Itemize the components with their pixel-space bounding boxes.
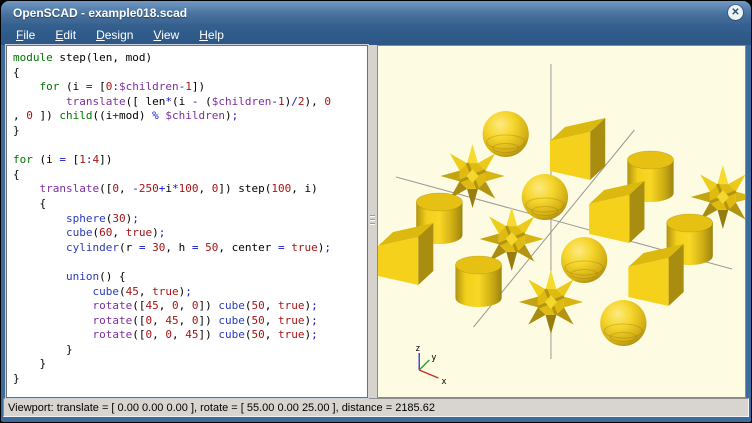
code-line: rotate([45, 0, 0]) cube(50, true); [13,299,367,314]
star-3d-object [519,270,583,334]
sphere-3d-object [561,237,607,283]
code-line: module step(len, mod) [13,51,367,66]
code-line: union() { [13,270,367,285]
menubar: FileEditDesignViewHelp [1,24,751,45]
code-line: { [13,66,367,81]
cylinder-3d-object [455,256,501,307]
code-line: cylinder(r = 30, h = 50, center = true); [13,241,367,256]
code-editor[interactable]: module step(len, mod){ for (i = [0:$chil… [6,45,368,398]
titlebar[interactable]: OpenSCAD - example018.scad ✕ [1,1,751,24]
code-line: translate([ len*(i - ($children-1)/2), 0 [13,95,367,110]
code-line: { [13,168,367,183]
status-bar: Viewport: translate = [ 0.00 0.00 0.00 ]… [3,398,749,417]
code-line: sphere(30); [13,212,367,227]
main-area: module step(len, mod){ for (i = [0:$chil… [6,45,746,398]
axis-label-z: z [415,344,420,354]
window-title: OpenSCAD - example018.scad [13,6,187,20]
menu-design[interactable]: Design [87,26,142,44]
menu-help[interactable]: Help [190,26,233,44]
menu-view[interactable]: View [144,26,188,44]
code-line: rotate([0, 0, 45]) cube(50, true); [13,328,367,343]
3d-scene: z y x [378,46,745,397]
code-line: } [13,372,367,387]
code-line: for (i = [1:4]) [13,153,367,168]
3d-viewport[interactable]: z y x [377,45,746,398]
code-line: } [13,357,367,372]
openscad-window: OpenSCAD - example018.scad ✕ FileEditDes… [1,1,751,422]
desktop: OpenSCAD - example018.scad ✕ FileEditDes… [0,0,752,423]
code-line: } [13,124,367,139]
close-icon[interactable]: ✕ [728,5,743,20]
sphere-3d-object [522,174,568,220]
code-text: module step(len, mod){ for (i = [0:$chil… [7,46,367,387]
code-line: rotate([0, 45, 0]) cube(50, true); [13,314,367,329]
code-line: cube(45, true); [13,285,367,300]
splitter-grip-icon [370,213,375,227]
code-line [13,139,367,154]
code-line [13,255,367,270]
menu-edit[interactable]: Edit [46,26,85,44]
code-line: , 0 ]) child((i+mod) % $children); [13,109,367,124]
code-line: } [13,343,367,358]
panel-splitter[interactable] [368,45,377,398]
code-line: cube(60, true); [13,226,367,241]
viewport-status-text: Viewport: translate = [ 0.00 0.00 0.00 ]… [8,402,435,414]
code-line: translate([0, -250+i*100, 0]) step(100, … [13,182,367,197]
code-line: for (i = [0:$children-1]) [13,80,367,95]
code-line: { [13,197,367,212]
sphere-3d-object [600,300,646,346]
sphere-3d-object [483,111,529,157]
menu-file[interactable]: File [7,26,44,44]
axis-label-x: x [441,377,446,387]
axis-label-y: y [431,353,436,363]
